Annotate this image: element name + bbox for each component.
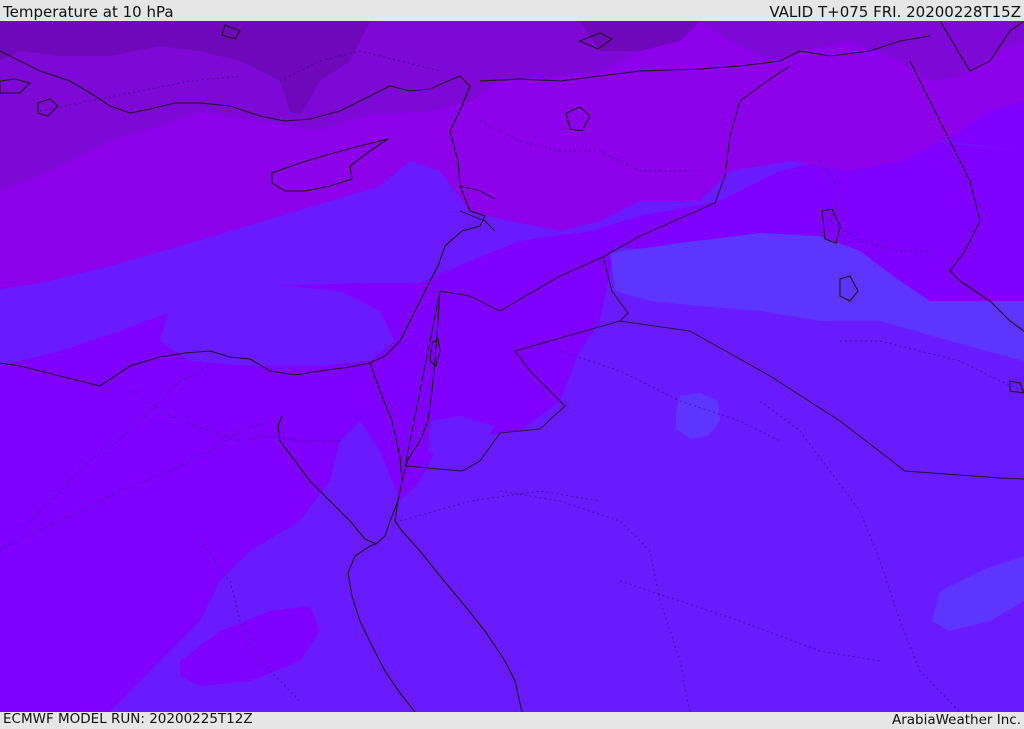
temperature-map[interactable] — [0, 21, 1024, 712]
footer-bar: ECMWF MODEL RUN: 20200225T12Z ArabiaWeat… — [0, 712, 1024, 729]
map-canvas — [0, 21, 1024, 712]
model-run: ECMWF MODEL RUN: 20200225T12Z — [3, 711, 253, 727]
credit: ArabiaWeather Inc. — [891, 712, 1021, 728]
header-bar: Temperature at 10 hPa VALID T+075 FRI. 2… — [0, 0, 1024, 21]
map-title: Temperature at 10 hPa — [3, 3, 174, 21]
valid-time: VALID T+075 FRI. 20200228T15Z — [769, 3, 1021, 21]
